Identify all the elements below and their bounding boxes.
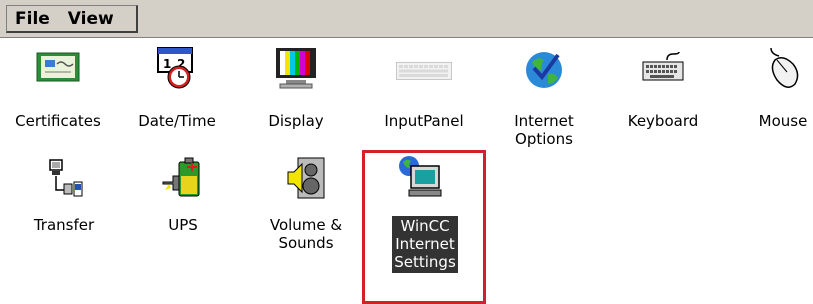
certificate-icon xyxy=(36,52,80,86)
item-label: Certificates xyxy=(15,112,101,130)
item-label: InputPanel xyxy=(384,112,464,130)
item-label: UPS xyxy=(168,216,198,234)
network-transfer-icon xyxy=(44,158,84,204)
monitor-icon xyxy=(274,46,318,94)
item-label: Display xyxy=(268,112,324,130)
item-label: Keyboard xyxy=(627,112,699,130)
globe-check-icon xyxy=(522,48,566,94)
calendar-clock-icon: 1 2 xyxy=(155,46,199,94)
item-label: Internet Options xyxy=(514,112,574,148)
item-label: Mouse xyxy=(758,112,808,130)
menu-view[interactable]: View xyxy=(60,6,124,32)
menu-bar: File View xyxy=(0,0,813,38)
svg-text:1: 1 xyxy=(163,57,171,71)
keyboard-panel-icon xyxy=(396,62,452,84)
red-highlight-box xyxy=(362,150,486,304)
keyboard-icon xyxy=(641,50,685,88)
menu-file[interactable]: File xyxy=(7,6,60,32)
item-label: Transfer xyxy=(33,216,95,234)
speaker-icon xyxy=(284,156,328,204)
item-label: Volume & Sounds xyxy=(269,216,343,252)
menu-group: File View xyxy=(6,5,138,33)
mouse-icon xyxy=(761,44,805,94)
item-label: Date/Time xyxy=(138,112,216,130)
battery-plug-icon xyxy=(161,156,205,204)
